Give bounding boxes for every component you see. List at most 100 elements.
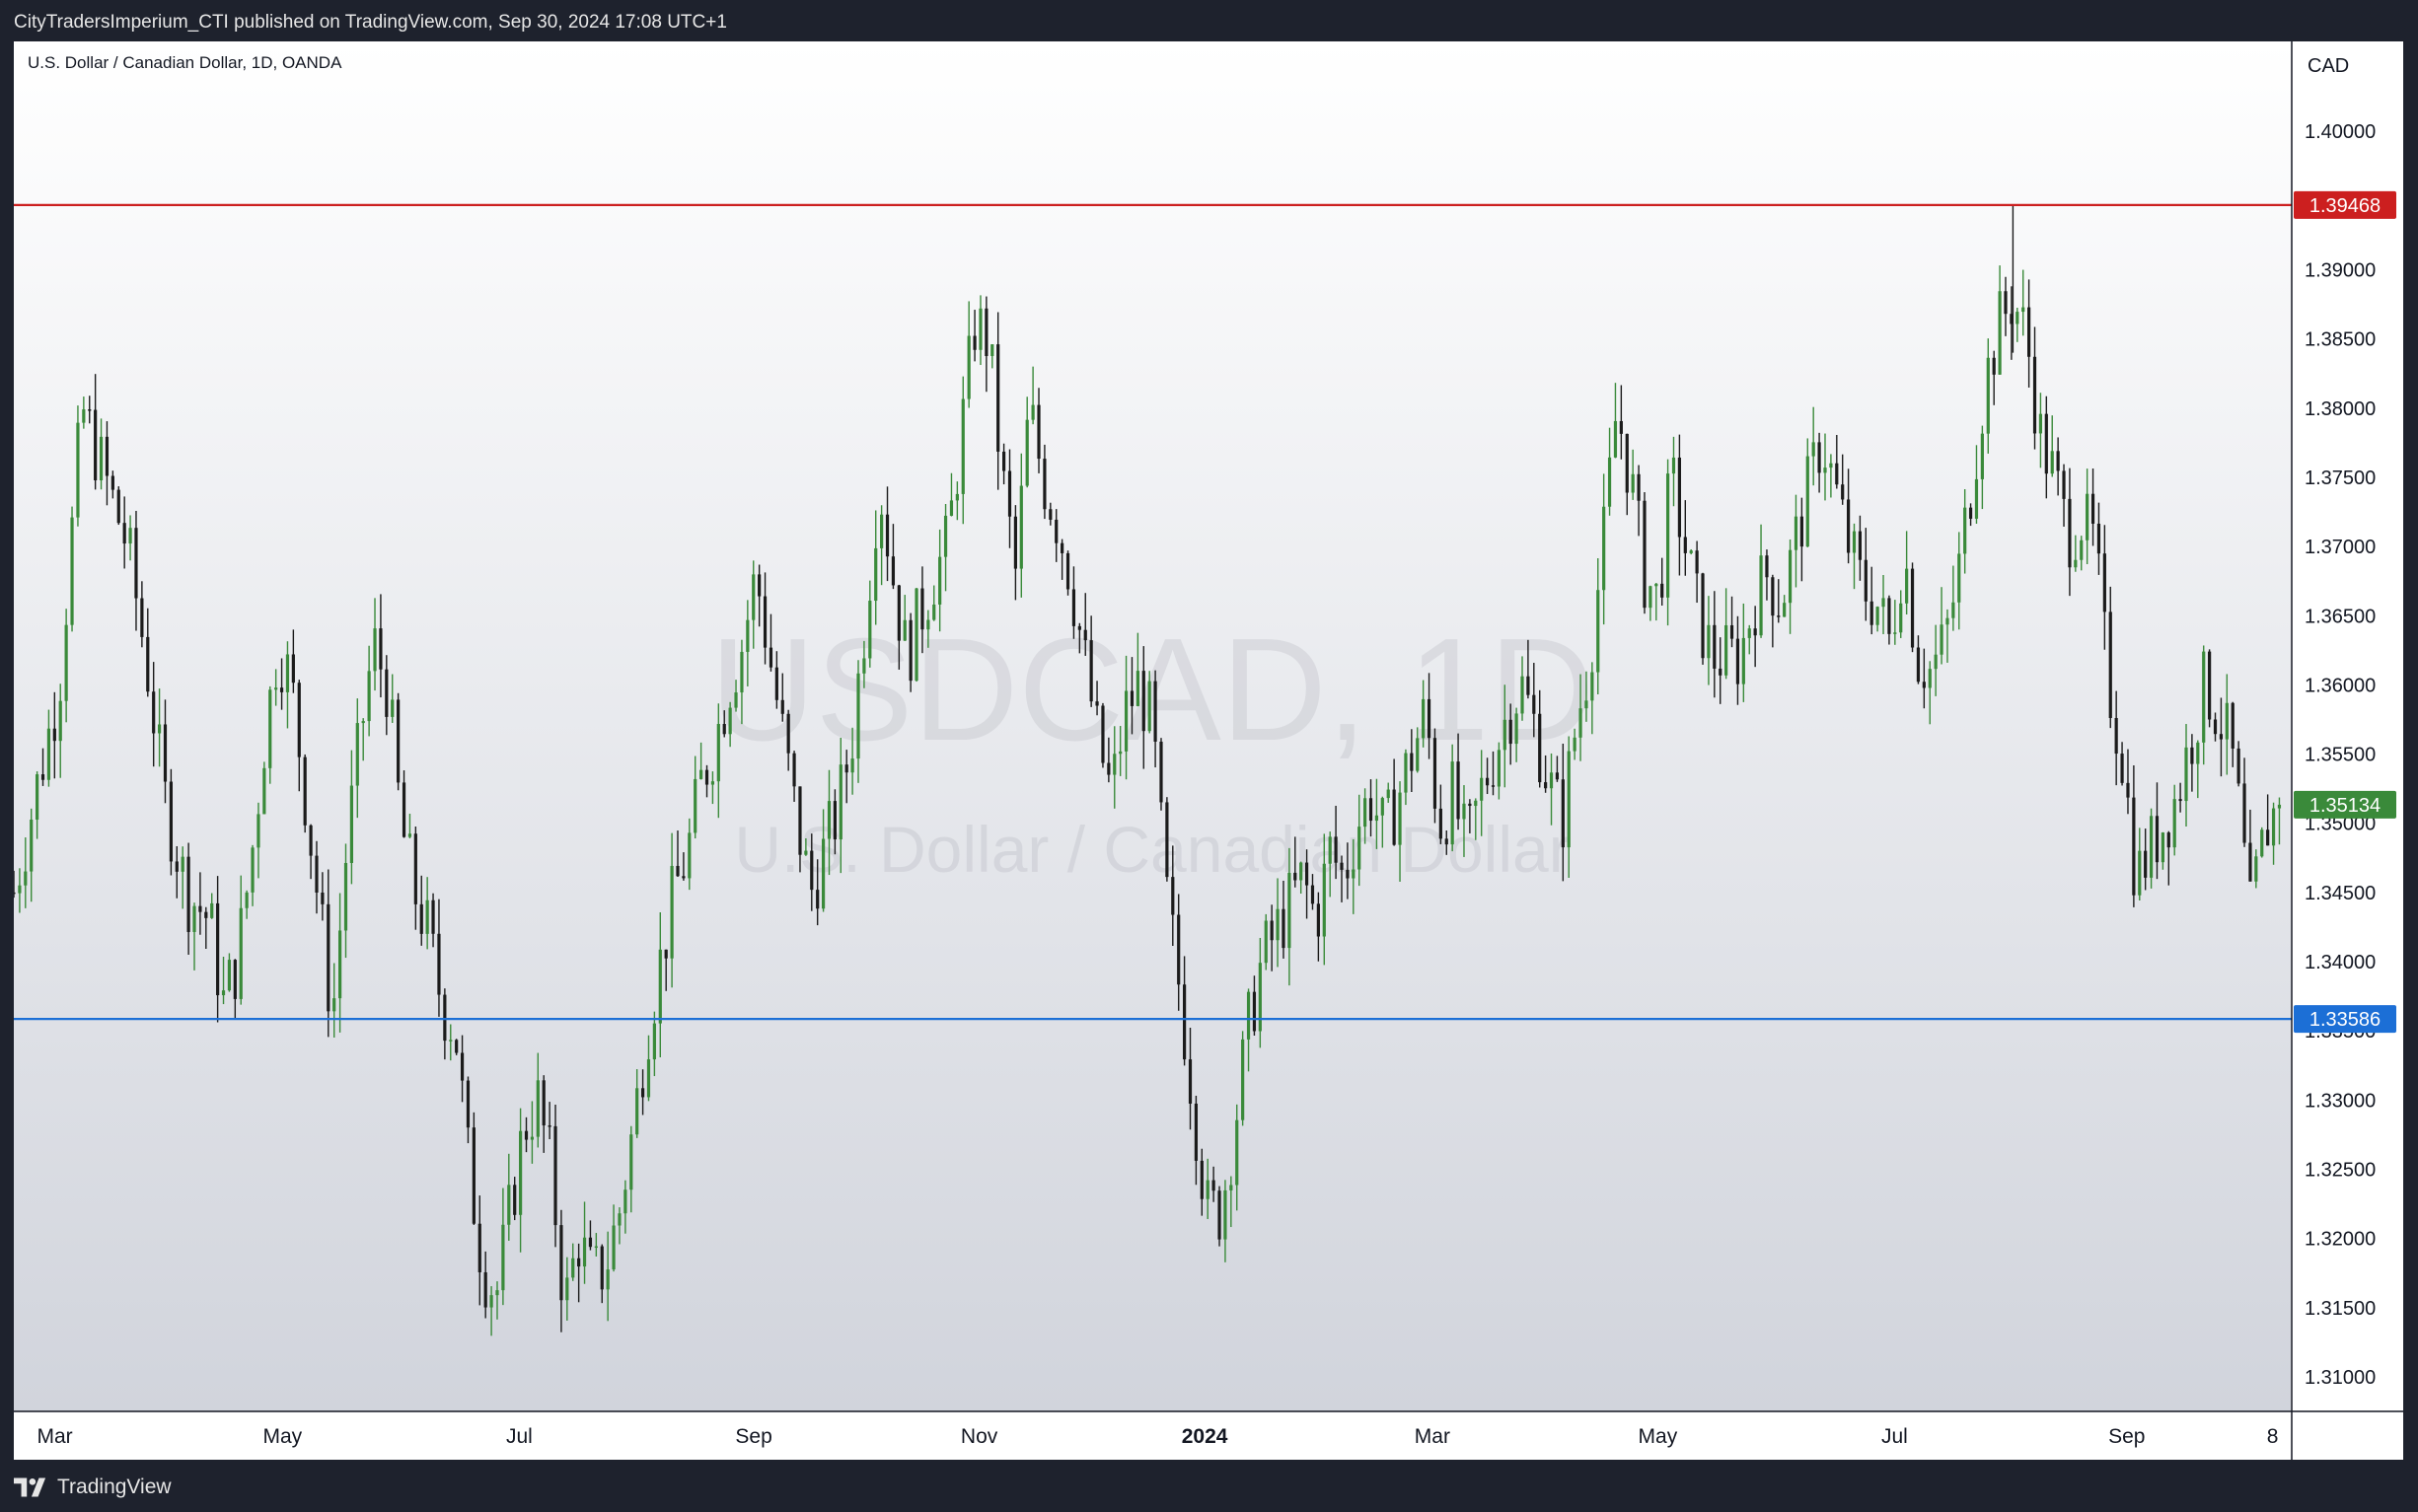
- candle-body: [1724, 624, 1728, 676]
- candle-body: [710, 781, 715, 785]
- candle-body: [2155, 816, 2160, 863]
- candle-body: [1719, 668, 1722, 676]
- candle-body: [216, 902, 220, 996]
- candle-body: [1444, 838, 1448, 845]
- candle-body: [2144, 850, 2148, 878]
- candle-body: [1945, 617, 1949, 625]
- candle-body: [792, 753, 796, 787]
- time-tick-label: 2024: [1182, 1425, 1228, 1448]
- candle-body: [1340, 862, 1344, 870]
- time-axis[interactable]: Mar May Jul Sep Nov 2024 Mar May Jul Sep 8: [37, 1425, 2278, 1448]
- candle-body: [1654, 583, 1658, 587]
- candle-body: [297, 683, 301, 757]
- candle-body: [1310, 885, 1315, 904]
- candle-body: [343, 862, 348, 931]
- candle-body: [816, 890, 820, 909]
- candle-body: [181, 856, 184, 872]
- candle-body: [1665, 473, 1670, 598]
- candle-body: [2196, 742, 2200, 764]
- candle-body: [413, 833, 417, 904]
- candle-body: [2102, 553, 2106, 612]
- candle-body: [1258, 963, 1262, 1032]
- candle-body: [920, 588, 924, 630]
- candle-body: [1200, 1160, 1204, 1199]
- candle-body: [239, 907, 243, 999]
- candle-body: [1422, 698, 1426, 739]
- candle-body: [489, 1295, 493, 1308]
- candle-body: [460, 1052, 465, 1081]
- candle-body: [850, 758, 854, 773]
- price-tick-label: 1.36000: [2305, 675, 2376, 696]
- price-axis[interactable]: CAD 1.31000 1.31500 1.32000 1.32500 1.33000 1…: [2294, 55, 2396, 1389]
- candle-body: [361, 721, 365, 724]
- candle-body: [262, 767, 266, 815]
- candle-body: [967, 335, 971, 399]
- candle-body: [1701, 573, 1705, 659]
- candle-body: [1392, 789, 1396, 845]
- candle-body: [152, 691, 156, 734]
- candle-body: [600, 1246, 604, 1290]
- candle-body: [1264, 920, 1268, 964]
- candle-body: [524, 1130, 529, 1140]
- candle-body: [1538, 713, 1542, 783]
- candle-body: [658, 949, 662, 1024]
- candle-body: [116, 489, 120, 524]
- candle-body: [268, 689, 272, 768]
- candle-body: [985, 308, 989, 357]
- candle-body: [385, 669, 389, 717]
- candle-body: [1241, 1039, 1245, 1120]
- candle-body: [2038, 413, 2043, 434]
- currency-label[interactable]: CAD: [2308, 55, 2349, 77]
- candle-body: [1643, 500, 1647, 609]
- candle-body: [2080, 540, 2084, 560]
- candle-body: [1858, 531, 1863, 560]
- tradingview-brand[interactable]: TradingView: [14, 1476, 172, 1499]
- candle-body: [1561, 779, 1565, 848]
- candle-body: [70, 517, 74, 625]
- candle-body: [2172, 799, 2176, 848]
- candle-body: [1438, 808, 1442, 839]
- candle-body: [466, 1080, 471, 1128]
- candle-body: [1328, 836, 1332, 864]
- candle-body: [2178, 799, 2182, 802]
- candle-body: [1304, 862, 1309, 886]
- candle-body: [437, 933, 441, 995]
- candle-body: [349, 785, 354, 863]
- candle-body: [402, 782, 406, 837]
- price-chart[interactable]: USDCAD, 1D U.S. Dollar / Canadian Dollar…: [12, 41, 2403, 1460]
- candle-body: [635, 1088, 639, 1135]
- candle-body: [1246, 991, 1251, 1040]
- candle-body: [897, 585, 901, 641]
- chart-frame[interactable]: USDCAD, 1D U.S. Dollar / Canadian Dollar…: [12, 41, 2403, 1460]
- candle-body: [221, 990, 226, 996]
- candle-body: [1229, 1185, 1233, 1190]
- candle-body: [880, 514, 884, 548]
- candle-body: [810, 850, 814, 891]
- candle-body: [519, 1130, 523, 1215]
- candle-body: [1480, 777, 1484, 801]
- candle-body: [1649, 586, 1652, 609]
- candle-body: [955, 493, 959, 501]
- candle-body: [577, 1258, 581, 1267]
- candle-body: [1619, 420, 1623, 434]
- candle-body: [367, 671, 371, 722]
- candle-body: [1211, 1180, 1215, 1191]
- candle-body: [1771, 577, 1775, 616]
- candle-body: [355, 723, 359, 786]
- candle-body: [1049, 509, 1053, 520]
- candle-body: [1095, 701, 1099, 706]
- candle-body: [2166, 832, 2170, 848]
- symbol-watermark: USDCAD, 1D U.S. Dollar / Canadian Dollar: [710, 609, 1594, 886]
- candle-body: [407, 833, 412, 837]
- time-tick-label: Jul: [1881, 1425, 1908, 1448]
- candle-body: [1374, 815, 1379, 822]
- candle-body: [1113, 754, 1117, 775]
- candle-body: [1456, 761, 1460, 820]
- candle-body: [76, 422, 80, 518]
- candle-body: [1037, 404, 1041, 460]
- watermark-symbol: USDCAD, 1D: [710, 609, 1594, 771]
- candle-body: [1130, 690, 1135, 706]
- candle-body: [758, 574, 762, 597]
- price-tick-label: 1.38000: [2305, 398, 2376, 420]
- candle-body: [2254, 856, 2258, 882]
